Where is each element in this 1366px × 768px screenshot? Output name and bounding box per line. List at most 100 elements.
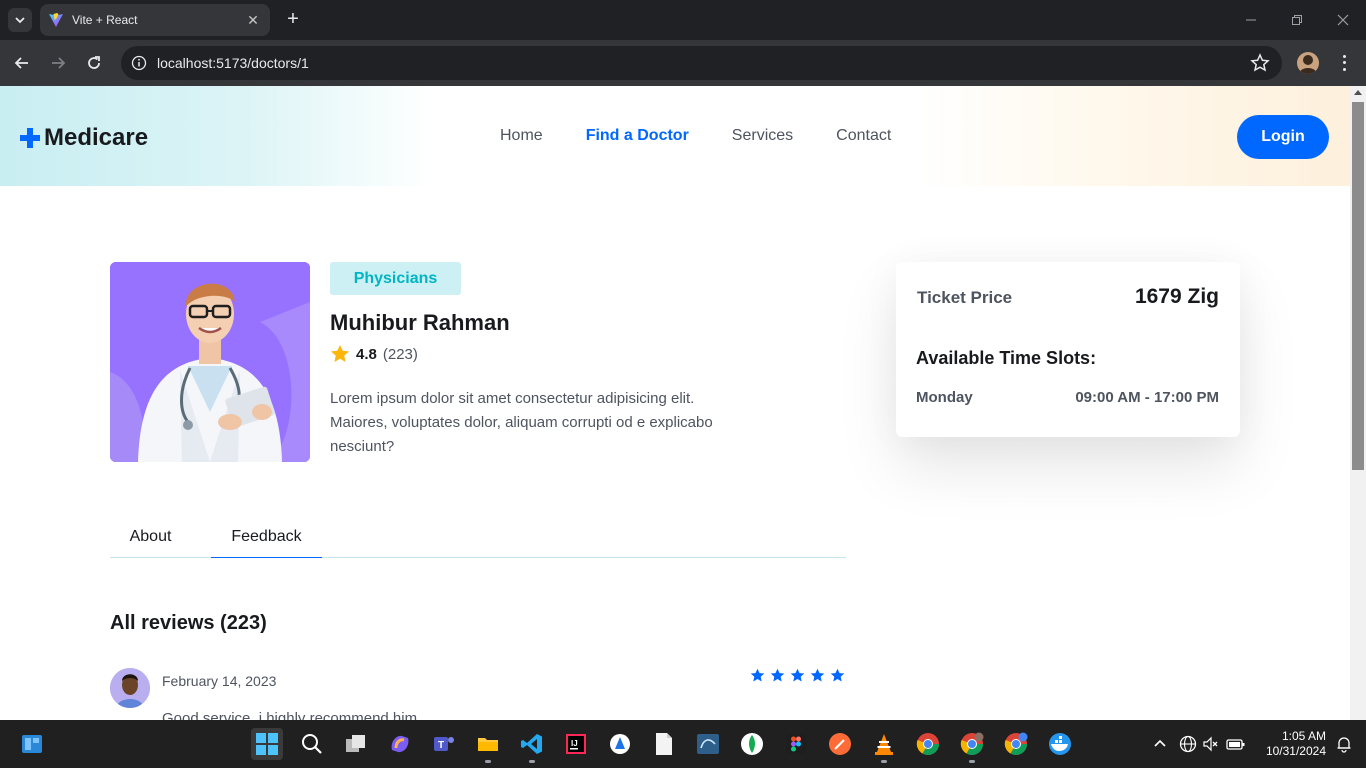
logo-text: Medicare: [44, 124, 149, 151]
vite-logo-icon: [49, 13, 63, 27]
tab-title: Vite + React: [72, 13, 138, 27]
start-button-icon[interactable]: [251, 728, 283, 760]
browser-tab[interactable]: Vite + React ✕: [40, 4, 270, 36]
task-view-icon[interactable]: [340, 728, 372, 760]
url-text[interactable]: localhost:5173/doctors/1: [157, 55, 1250, 71]
docker-icon[interactable]: [1044, 728, 1076, 760]
reload-icon: [88, 56, 100, 69]
time-slot-day: Monday: [916, 389, 973, 406]
scroll-up-arrow-icon[interactable]: [1354, 90, 1362, 95]
app-store-icon[interactable]: [604, 728, 636, 760]
document-icon[interactable]: [648, 728, 680, 760]
postman-icon[interactable]: [824, 728, 856, 760]
browser-toolbar: localhost:5173/doctors/1: [0, 40, 1366, 86]
reviewer-photo-image: [110, 668, 150, 708]
mysql-workbench-icon[interactable]: [692, 728, 724, 760]
running-indicator: [881, 760, 887, 763]
info-icon[interactable]: [131, 55, 147, 71]
star-icon: [750, 668, 765, 682]
battery-icon[interactable]: [1220, 728, 1252, 760]
minimize-icon: [1246, 19, 1256, 21]
profile-avatar[interactable]: [1297, 52, 1319, 74]
rating-count: (223): [382, 345, 418, 363]
clock-date: 10/31/2024: [1265, 744, 1326, 758]
restore-icon: [1292, 15, 1302, 25]
rating-value: 4.8: [356, 345, 377, 363]
tab-feedback[interactable]: Feedback: [211, 516, 322, 558]
file-explorer-icon[interactable]: [472, 728, 504, 763]
reload-button[interactable]: [82, 51, 106, 75]
star-icon: [830, 668, 845, 682]
nav-contact[interactable]: Contact: [836, 127, 891, 145]
login-button[interactable]: Login: [1237, 115, 1329, 159]
search-icon[interactable]: [296, 728, 328, 760]
ticket-price-value: 1679 Zig: [1134, 285, 1219, 308]
doctor-rating: 4.8 (223): [330, 344, 418, 364]
scrollbar-thumb[interactable]: [1352, 102, 1364, 470]
doctor-photo: [110, 262, 310, 462]
running-indicator: [485, 760, 491, 763]
arrow-right-icon: [52, 57, 66, 69]
address-bar[interactable]: localhost:5173/doctors/1: [121, 46, 1282, 80]
svg-text:IJ: IJ: [571, 739, 578, 748]
booking-card: Ticket Price 1679 Zig Available Time Slo…: [896, 262, 1240, 437]
tab-about[interactable]: About: [110, 516, 191, 558]
review-date: February 14, 2023: [162, 673, 277, 689]
star-icon: [331, 345, 349, 362]
chevron-down-icon: [15, 17, 25, 24]
minimize-button[interactable]: [1228, 0, 1274, 40]
time-slots-title: Available Time Slots:: [916, 348, 1097, 368]
close-tab-icon[interactable]: ✕: [244, 12, 262, 29]
vscode-icon[interactable]: [516, 728, 548, 763]
star-icon: [810, 668, 825, 682]
notification-bell-icon[interactable]: [1328, 728, 1360, 760]
time-slot-time: 09:00 AM - 17:00 PM: [1075, 389, 1219, 406]
medical-cross-icon: [20, 128, 40, 148]
ticket-price-label: Ticket Price: [917, 288, 1013, 307]
reviews-title: All reviews (223): [110, 612, 267, 634]
running-indicator: [969, 760, 975, 763]
profile-tabs: About Feedback: [110, 516, 846, 558]
system-clock[interactable]: 1:05 AM 10/31/2024: [1260, 729, 1326, 759]
close-icon: [1337, 14, 1349, 26]
chrome-profile-icon[interactable]: [956, 728, 988, 763]
review-stars: [750, 668, 850, 683]
svg-text:T: T: [438, 740, 444, 751]
close-window-button[interactable]: [1320, 0, 1366, 40]
chrome-canary-icon[interactable]: [1000, 728, 1032, 760]
forward-button[interactable]: [46, 51, 70, 75]
back-button[interactable]: [10, 51, 34, 75]
doctor-portrait-image: [110, 262, 310, 462]
site-header: Medicare Home Find a Doctor Services Con…: [0, 86, 1350, 186]
main-nav: Home Find a Doctor Services Contact: [500, 127, 934, 145]
restore-button[interactable]: [1274, 0, 1320, 40]
tab-search-button[interactable]: [8, 8, 32, 32]
nav-services[interactable]: Services: [732, 127, 793, 145]
bookmark-star-icon[interactable]: [1250, 53, 1270, 73]
mongodb-compass-icon[interactable]: [736, 728, 768, 760]
windows-taskbar: T IJ 1:05 AM 10/31/2024: [0, 720, 1366, 768]
teams-icon[interactable]: T: [428, 728, 460, 760]
intellij-icon[interactable]: IJ: [560, 728, 592, 760]
chrome-icon[interactable]: [912, 728, 944, 760]
user-icon: [1299, 55, 1317, 74]
page-viewport: Medicare Home Find a Doctor Services Con…: [0, 86, 1350, 720]
nav-home[interactable]: Home: [500, 127, 543, 145]
nav-find-a-doctor[interactable]: Find a Doctor: [586, 127, 689, 145]
doctor-name: Muhibur Rahman: [330, 310, 510, 335]
page-scrollbar[interactable]: [1350, 86, 1366, 720]
doctor-bio: Lorem ipsum dolor sit amet consectetur a…: [330, 390, 713, 455]
browser-menu-button[interactable]: [1336, 53, 1352, 73]
review-text: Good service, i highly recommend him: [162, 710, 418, 720]
star-icon: [770, 668, 785, 682]
site-logo[interactable]: Medicare: [20, 124, 148, 152]
vlc-icon[interactable]: [868, 728, 900, 763]
new-tab-button[interactable]: +: [282, 9, 304, 31]
star-icon: [790, 668, 805, 682]
figma-icon[interactable]: [780, 728, 812, 760]
browser-tab-bar: Vite + React ✕ +: [0, 0, 1366, 40]
running-indicator: [529, 760, 535, 763]
clock-time: 1:05 AM: [1281, 729, 1326, 743]
widgets-icon[interactable]: [16, 728, 48, 760]
copilot-icon[interactable]: [384, 728, 416, 760]
